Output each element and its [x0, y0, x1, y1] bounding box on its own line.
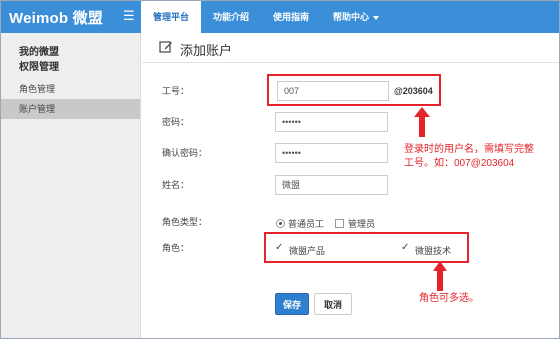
role-label: 角色： — [162, 243, 190, 253]
sidebar-item-role-management[interactable]: 角色管理 — [1, 79, 140, 99]
sidebar-heading-my-weimob[interactable]: 我的微盟 — [19, 45, 59, 60]
role-type-regular-radio[interactable] — [276, 219, 285, 228]
arrow-up-icon — [414, 107, 430, 137]
hamburger-icon[interactable]: ☰ — [123, 9, 135, 22]
cancel-button[interactable]: 取消 — [314, 293, 352, 315]
role-type-admin-label: 管理员 — [348, 219, 376, 229]
brand-logo[interactable]: Weimob 微盟 — [9, 7, 103, 28]
role-type-admin-option[interactable] — [335, 219, 344, 228]
password-input[interactable]: •••••• — [275, 112, 388, 132]
role-type-label: 角色类型： — [162, 217, 208, 227]
chevron-down-icon — [373, 15, 380, 20]
sidebar-heading-permissions[interactable]: 权限管理 — [19, 60, 59, 75]
nav-item-guide[interactable]: 使用指南 — [261, 1, 321, 33]
nav-item-help[interactable]: 帮助中心 — [321, 1, 391, 33]
nav-item-help-label: 帮助中心 — [333, 12, 370, 22]
role-type-regular-label: 普通员工 — [288, 219, 325, 229]
nav-item-features[interactable]: 功能介绍 — [201, 1, 261, 33]
save-button[interactable]: 保存 — [275, 293, 309, 315]
arrow-up-icon — [433, 261, 447, 291]
employee-id-note: 登录时的用户名，需填写完整 工号。如：007@203604 — [404, 143, 534, 171]
edit-icon — [159, 41, 172, 53]
confirm-password-input[interactable]: •••••• — [275, 143, 388, 163]
confirm-password-label: 确认密码： — [162, 148, 208, 158]
main-content: 添加账户 工号： 007 @203604 密码： •••••• 确认密码： ••… — [142, 33, 559, 338]
sidebar-heading: 我的微盟 权限管理 — [19, 45, 59, 75]
role-note: 角色可多选。 — [419, 293, 479, 304]
app-window: Weimob 微盟 ☰ 管理平台 功能介绍 使用指南 帮助中心 我的微盟 权限管… — [0, 0, 560, 339]
role-highlight — [264, 232, 469, 263]
employee-id-label: 工号： — [162, 86, 190, 96]
page-header: 添加账户 — [142, 33, 559, 63]
sidebar-item-account-management[interactable]: 账户管理 — [1, 99, 140, 119]
main-nav: 管理平台 功能介绍 使用指南 帮助中心 — [141, 1, 391, 33]
employee-id-note-line1: 登录时的用户名，需填写完整 — [404, 144, 534, 155]
employee-id-note-line2: 工号。如：007@203604 — [404, 158, 515, 169]
page-title: 添加账户 — [180, 43, 233, 58]
top-navbar: Weimob 微盟 ☰ 管理平台 功能介绍 使用指南 帮助中心 — [1, 1, 559, 33]
employee-id-highlight — [267, 74, 441, 106]
nav-item-management[interactable]: 管理平台 — [141, 1, 202, 33]
name-input[interactable]: 微盟 — [275, 175, 388, 195]
password-label: 密码： — [162, 117, 190, 127]
sidebar: 我的微盟 权限管理 角色管理 账户管理 — [1, 33, 141, 338]
name-label: 姓名： — [162, 180, 190, 190]
